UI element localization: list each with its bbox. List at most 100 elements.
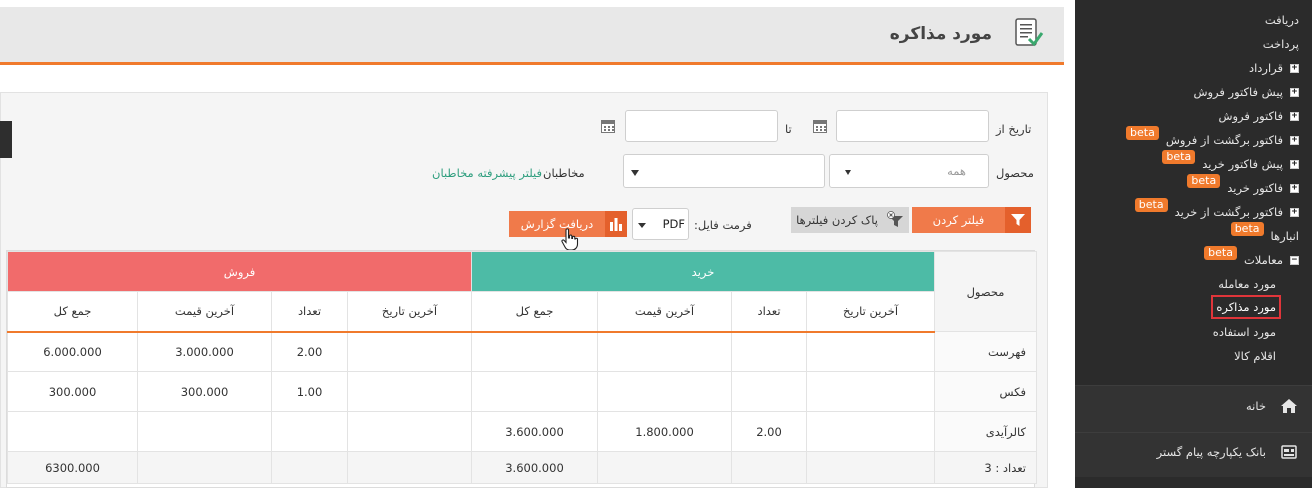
table-footer-row: تعداد : 3 3.600.000 6300.000 xyxy=(7,451,1038,484)
date-from-input[interactable] xyxy=(836,110,989,142)
clear-funnel-icon xyxy=(883,207,909,233)
sidebar-item-purchase-return[interactable]: + فاکتور برگشت از خرید beta xyxy=(1134,198,1299,222)
page-header: مورد مذاکره xyxy=(0,7,1064,65)
filter-button[interactable]: فیلتر کردن xyxy=(912,207,1031,233)
sidebar-subitem-label: مورد مذاکره xyxy=(1216,300,1276,314)
product-select[interactable]: همه xyxy=(829,154,989,188)
sidebar-item-sales-invoice[interactable]: + فاکتور فروش xyxy=(1218,106,1299,126)
buy-quantity-header: تعداد xyxy=(731,291,808,333)
beta-badge: beta xyxy=(1162,150,1196,164)
buy-date-cell xyxy=(806,411,936,452)
date-to-input[interactable] xyxy=(625,110,778,142)
expand-icon[interactable]: + xyxy=(1290,207,1299,217)
beta-badge: beta xyxy=(1134,198,1168,212)
date-to-label: تا xyxy=(785,122,792,136)
footer-empty-cell xyxy=(347,451,472,484)
sidebar-item-warehouses[interactable]: انبارها beta xyxy=(1230,222,1299,246)
footer-sell-total: 6300.000 xyxy=(7,451,138,484)
sell-last-price-header: آخرین قیمت xyxy=(137,291,272,333)
sidebar-item-payment[interactable]: پرداخت xyxy=(1263,34,1299,54)
chevron-down-icon xyxy=(631,170,639,176)
beta-badge: beta xyxy=(1204,246,1237,260)
sidebar-item-bank[interactable]: بانک یکپارچه پیام گستر xyxy=(1157,444,1298,460)
sidebar-subitem-usage-item[interactable]: مورد استفاده xyxy=(1213,322,1276,342)
report-chart-icon xyxy=(605,211,627,237)
collapse-icon[interactable]: − xyxy=(1290,255,1299,265)
expand-icon[interactable]: + xyxy=(1290,111,1299,121)
buy-total-header: جمع کل xyxy=(470,291,599,333)
side-tab[interactable] xyxy=(0,121,12,158)
sell-total-cell: 300.000 xyxy=(7,371,138,412)
product-cell: کالرآیدی xyxy=(934,411,1038,452)
sidebar: دریافت پرداخت + قرارداد + پیش فاکتور فروش … xyxy=(1075,0,1312,488)
expand-icon[interactable]: + xyxy=(1290,87,1299,97)
file-format-label: فرمت فایل: xyxy=(694,218,752,232)
sidebar-item-home[interactable]: خانه xyxy=(1246,398,1298,414)
sidebar-item-contract[interactable]: + قرارداد xyxy=(1249,58,1299,78)
sidebar-subitem-negotiation-item[interactable]: مورد مذاکره xyxy=(1211,295,1281,319)
contacts-select[interactable] xyxy=(623,154,825,188)
footer-empty-cell xyxy=(806,451,936,484)
chevron-down-icon xyxy=(638,223,646,228)
sidebar-subitem-label: مورد استفاده xyxy=(1212,325,1276,339)
sidebar-item-label: فاکتور برگشت از فروش xyxy=(1165,133,1283,147)
sidebar-home-label: خانه xyxy=(1246,399,1266,413)
sidebar-item-purchase-invoice[interactable]: + فاکتور خرید beta xyxy=(1187,174,1299,198)
filter-button-label: فیلتر کردن xyxy=(932,213,985,227)
hand-cursor-icon xyxy=(561,228,579,251)
buy-total-cell: 3.600.000 xyxy=(470,411,599,452)
sidebar-item-label: فاکتور برگشت از خرید xyxy=(1174,205,1283,219)
footer-empty-cell xyxy=(597,451,733,484)
contacts-label: مخاطبان xyxy=(543,166,585,180)
product-column-header: محصول xyxy=(934,251,1038,332)
file-format-select[interactable]: PDF xyxy=(632,208,689,240)
buy-total-cell xyxy=(470,371,599,412)
sell-date-cell xyxy=(347,331,472,372)
expand-icon[interactable]: + xyxy=(1290,159,1299,169)
sell-group-header: فروش xyxy=(7,251,472,292)
home-icon xyxy=(1281,399,1297,413)
buy-total-cell xyxy=(470,331,599,372)
expand-icon[interactable]: + xyxy=(1290,135,1299,145)
beta-badge: beta xyxy=(1126,126,1159,140)
sell-last-date-header: آخرین تاریخ xyxy=(347,291,472,333)
sidebar-item-label: معاملات xyxy=(1243,253,1283,267)
sidebar-item-sales-proforma[interactable]: + پیش فاکتور فروش xyxy=(1193,82,1299,102)
table-row: کالرآیدی 2.00 1.800.000 3.600.000 xyxy=(7,411,1038,452)
beta-badge: beta xyxy=(1230,222,1264,236)
sidebar-item-label: فاکتور فروش xyxy=(1218,109,1283,123)
table-row: فهرست 2.00 3.000.000 6.000.000 xyxy=(7,331,1038,372)
document-check-icon xyxy=(1015,18,1044,47)
buy-qty-cell xyxy=(731,331,808,372)
product-cell: فکس xyxy=(934,371,1038,412)
calendar-icon[interactable] xyxy=(813,120,827,133)
buy-price-cell: 1.800.000 xyxy=(597,411,733,452)
sell-date-cell xyxy=(347,371,472,412)
footer-empty-cell xyxy=(271,451,348,484)
footer-buy-total: 3.600.000 xyxy=(470,451,599,484)
sidebar-item-sales-return[interactable]: + فاکتور برگشت از فروش beta xyxy=(1126,126,1299,150)
buy-qty-cell xyxy=(731,371,808,412)
row-count: تعداد : 3 xyxy=(934,451,1038,484)
expand-icon[interactable]: + xyxy=(1290,183,1299,193)
sidebar-subitem-label: اقلام کالا xyxy=(1234,349,1276,363)
sidebar-item-deals[interactable]: − معاملات beta xyxy=(1204,246,1299,270)
sidebar-subitem-goods-items[interactable]: اقلام کالا xyxy=(1234,346,1276,366)
sidebar-item-label: قرارداد xyxy=(1248,61,1283,75)
clear-filters-button[interactable]: پاک کردن فیلترها xyxy=(791,207,909,233)
sidebar-item-label: دریافت xyxy=(1264,13,1299,27)
page-title: مورد مذاکره xyxy=(889,24,992,44)
footer-empty-cell xyxy=(731,451,808,484)
sidebar-item-label: پیش فاکتور خرید xyxy=(1202,157,1283,171)
sidebar-item-purchase-proforma[interactable]: + پیش فاکتور خرید beta xyxy=(1162,150,1299,174)
calendar-icon[interactable] xyxy=(601,120,615,133)
sidebar-item-receive[interactable]: دریافت xyxy=(1265,10,1299,30)
date-from-label: تاریخ از xyxy=(996,122,1032,136)
sidebar-subitem-label: مورد معامله xyxy=(1218,277,1276,291)
expand-icon[interactable]: + xyxy=(1290,63,1299,73)
buy-group-header: خرید xyxy=(470,251,936,292)
advanced-contacts-filter-link[interactable]: فیلتر پیشرفته مخاطبان xyxy=(432,166,542,180)
sidebar-subitem-deal-item[interactable]: مورد معامله xyxy=(1218,274,1276,294)
product-label: محصول xyxy=(996,166,1034,180)
sell-quantity-header: تعداد xyxy=(271,291,348,333)
